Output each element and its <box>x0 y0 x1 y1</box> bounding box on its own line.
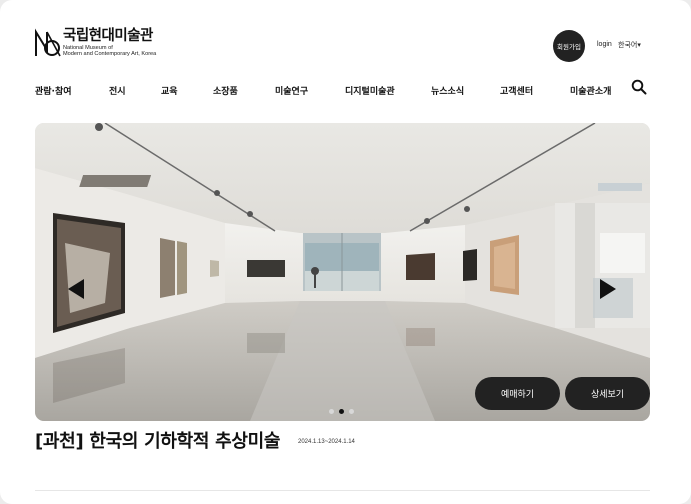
gallery-illustration <box>35 123 650 421</box>
main-nav: 관람·참여 전시 교육 소장품 미술연구 디지털미술관 뉴스소식 고객센터 미술… <box>0 84 691 98</box>
login-link[interactable]: login <box>597 41 612 48</box>
slide-dot-1[interactable] <box>329 409 334 414</box>
book-ticket-button[interactable]: 예매하기 <box>475 377 560 410</box>
nav-item-digital[interactable]: 디지털미술관 <box>345 84 395 97</box>
museum-logo[interactable]: 국립현대미술관 National Museum of Modern and Co… <box>34 28 156 58</box>
nav-item-exhibitions[interactable]: 전시 <box>109 84 126 97</box>
logo-icon <box>35 28 61 57</box>
prev-arrow-icon[interactable] <box>66 278 86 300</box>
exhibition-title[interactable]: [과천] 한국의 기하학적 추상미술 <box>35 427 280 453</box>
nav-item-about[interactable]: 미술관소개 <box>570 84 611 97</box>
nav-item-visit[interactable]: 관람·참여 <box>35 84 72 97</box>
page: 국립현대미술관 National Museum of Modern and Co… <box>0 0 691 504</box>
nav-item-customer-center[interactable]: 고객센터 <box>500 84 533 97</box>
divider <box>35 490 650 491</box>
exhibition-date: 2024.1.13~2024.1.14 <box>298 439 355 445</box>
join-button[interactable]: 회원가입 <box>553 30 585 62</box>
nav-item-education[interactable]: 교육 <box>161 84 178 97</box>
logo-english-line-2: Modern and Contemporary Art, Korea <box>63 51 157 58</box>
slide-dot-3[interactable] <box>349 409 354 414</box>
language-select[interactable]: 한국어▾ <box>618 40 641 50</box>
logo-korean-text: 국립현대미술관 <box>63 28 153 44</box>
slide-dot-2[interactable] <box>339 409 344 414</box>
nav-item-research[interactable]: 미술연구 <box>275 84 308 97</box>
nav-item-collection[interactable]: 소장품 <box>213 84 238 97</box>
hero-slide-image[interactable] <box>35 123 650 421</box>
search-icon[interactable] <box>631 79 647 95</box>
nav-item-news[interactable]: 뉴스소식 <box>431 84 464 97</box>
next-arrow-icon[interactable] <box>598 278 618 300</box>
view-details-button[interactable]: 상세보기 <box>565 377 650 410</box>
slide-indicator <box>329 409 354 414</box>
